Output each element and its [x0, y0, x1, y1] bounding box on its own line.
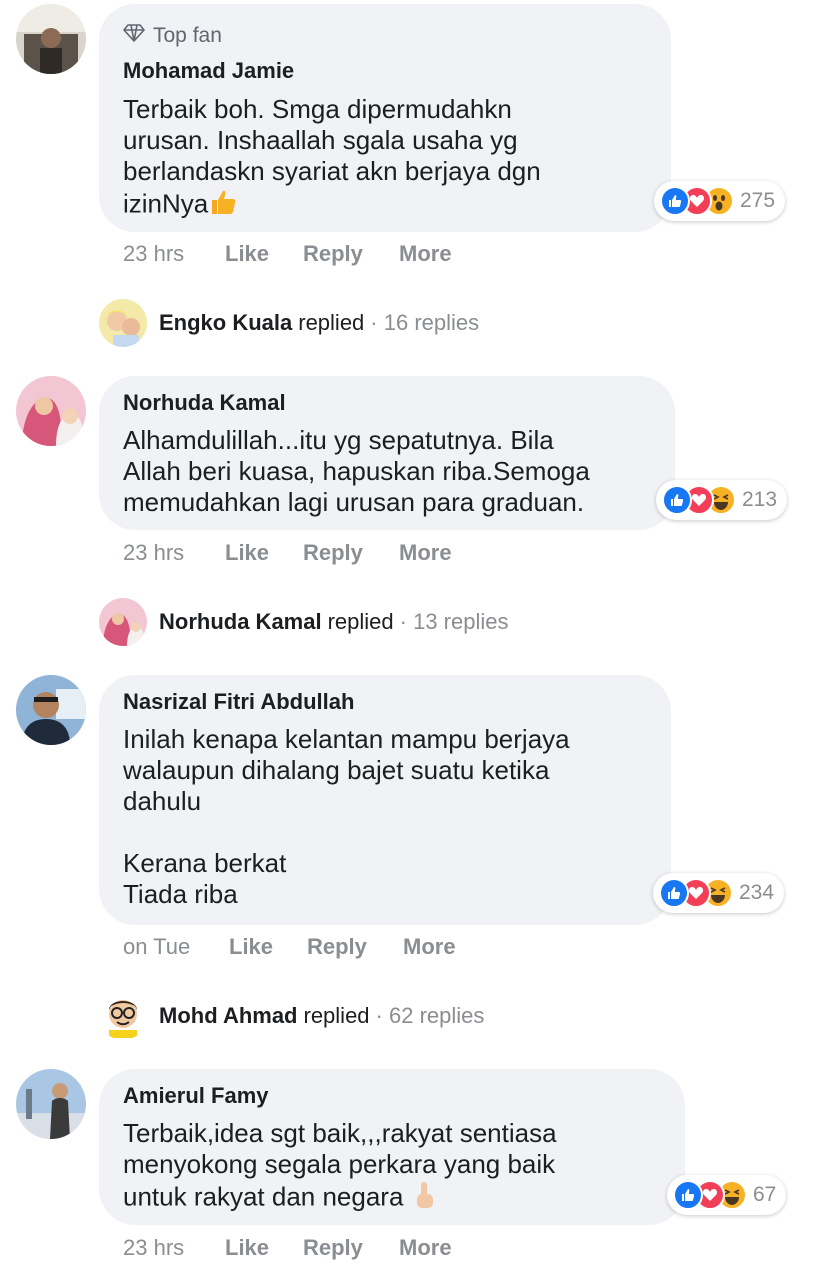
commenter-name[interactable]: Nasrizal Fitri Abdullah: [123, 689, 354, 715]
reply-count: · 62 replies: [375, 1003, 485, 1028]
timestamp[interactable]: 23 hrs: [123, 540, 225, 566]
badge-label: Top fan: [153, 24, 222, 47]
comment-actions: 23 hrs Like Reply More: [123, 540, 452, 566]
reactions-summary[interactable]: 234: [653, 873, 785, 913]
replied-label: replied: [327, 609, 394, 634]
replies-link[interactable]: Norhuda Kamal replied · 13 replies: [99, 598, 508, 646]
comment-bubble[interactable]: Nasrizal Fitri Abdullah Inilah kenapa ke…: [99, 675, 671, 925]
like-icon: [659, 878, 689, 908]
more-button[interactable]: More: [399, 241, 452, 267]
comment-actions: 23 hrs Like Reply More: [123, 241, 452, 267]
index-pointing-up-emoji-icon: [411, 1180, 437, 1217]
reply-button[interactable]: Reply: [307, 934, 403, 960]
avatar[interactable]: [16, 4, 86, 74]
like-icon: [662, 485, 692, 515]
commenter-name[interactable]: Amierul Famy: [123, 1083, 269, 1109]
comment-bubble[interactable]: Norhuda Kamal Alhamdulillah...itu yg sep…: [99, 376, 675, 530]
avatar[interactable]: [16, 1069, 86, 1139]
timestamp[interactable]: 23 hrs: [123, 241, 225, 267]
top-fan-badge: Top fan: [123, 24, 222, 48]
like-icon: [673, 1180, 703, 1210]
comment-text: Terbaik,idea sgt baik,,,rakyat sentiasa …: [123, 1118, 557, 1217]
more-button[interactable]: More: [399, 540, 452, 566]
like-button[interactable]: Like: [225, 1235, 303, 1261]
reply-avatar: [99, 299, 147, 347]
comment-bubble[interactable]: Amierul Famy Terbaik,idea sgt baik,,,rak…: [99, 1069, 685, 1225]
reply-author: Mohd Ahmad: [159, 1003, 298, 1028]
avatar[interactable]: [16, 675, 86, 745]
comment-actions: 23 hrs Like Reply More: [123, 1235, 452, 1261]
replies-link[interactable]: Engko Kuala replied · 16 replies: [99, 299, 479, 347]
thumbs-up-emoji-icon: [208, 187, 238, 224]
more-button[interactable]: More: [399, 1235, 452, 1261]
reply-avatar: [99, 992, 147, 1040]
like-icon: [660, 186, 690, 216]
reply-author: Engko Kuala: [159, 310, 293, 335]
comment-bubble[interactable]: Top fan Mohamad Jamie Terbaik boh. Smga …: [99, 4, 671, 232]
comment-actions: on Tue Like Reply More: [123, 934, 456, 960]
reactions-summary[interactable]: 213: [656, 480, 788, 520]
like-button[interactable]: Like: [225, 540, 303, 566]
comment-text: Alhamdulillah...itu yg sepatutnya. Bila …: [123, 425, 590, 517]
avatar[interactable]: [16, 376, 86, 446]
timestamp[interactable]: on Tue: [123, 934, 229, 960]
reaction-count: 213: [742, 488, 778, 511]
more-button[interactable]: More: [403, 934, 456, 960]
replied-label: replied: [303, 1003, 370, 1028]
commenter-name[interactable]: Mohamad Jamie: [123, 58, 294, 84]
timestamp[interactable]: 23 hrs: [123, 1235, 225, 1261]
reply-button[interactable]: Reply: [303, 241, 399, 267]
replies-link[interactable]: Mohd Ahmad replied · 62 replies: [99, 992, 484, 1040]
reactions-summary[interactable]: 275: [654, 181, 786, 221]
like-button[interactable]: Like: [225, 241, 303, 267]
reaction-count: 275: [740, 189, 776, 212]
comment-text: Terbaik boh. Smga dipermudahkn urusan. I…: [123, 94, 541, 224]
replied-label: replied: [298, 310, 365, 335]
diamond-icon: [123, 24, 145, 48]
reaction-count: 67: [753, 1183, 777, 1206]
reaction-count: 234: [739, 881, 775, 904]
reply-button[interactable]: Reply: [303, 540, 399, 566]
reply-button[interactable]: Reply: [303, 1235, 399, 1261]
reply-author: Norhuda Kamal: [159, 609, 322, 634]
reply-count: · 13 replies: [399, 609, 509, 634]
reply-count: · 16 replies: [370, 310, 480, 335]
like-button[interactable]: Like: [229, 934, 307, 960]
reactions-summary[interactable]: 67: [667, 1175, 787, 1215]
reply-avatar: [99, 598, 147, 646]
comment-text: Inilah kenapa kelantan mampu berjaya wal…: [123, 724, 570, 909]
commenter-name[interactable]: Norhuda Kamal: [123, 390, 286, 416]
